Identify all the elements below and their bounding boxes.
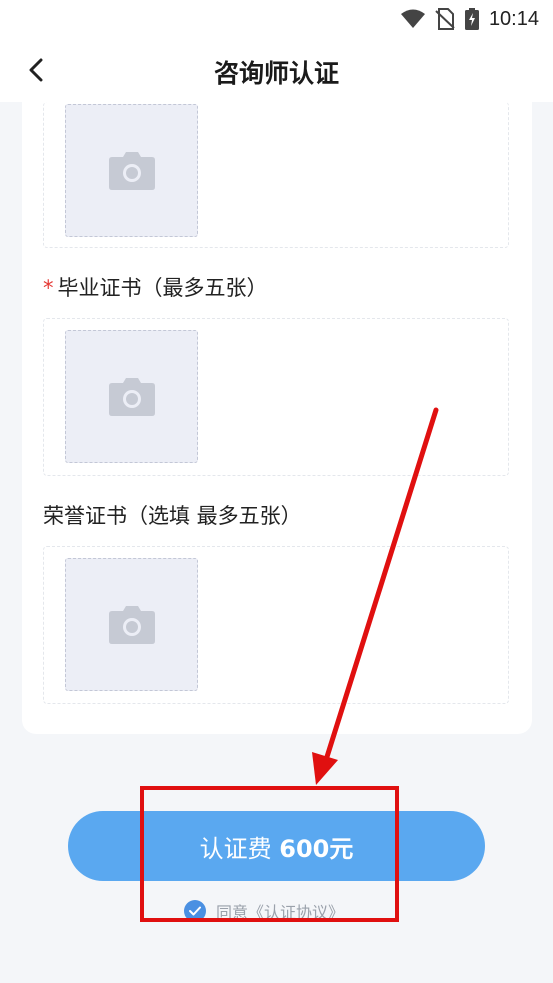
upload-box-diploma (43, 318, 509, 476)
required-mark: * (43, 276, 54, 300)
upload-photo-slot[interactable] (65, 330, 198, 463)
status-bar: 10:14 (0, 0, 553, 40)
section-label-diploma: * 毕业证书（最多五张） (43, 272, 268, 302)
annotation-highlight-box (140, 786, 399, 922)
section-label-text: 荣誉证书（选填 最多五张） (43, 504, 302, 528)
upload-box-honor (43, 546, 509, 704)
camera-icon (108, 377, 155, 416)
battery-charging-icon (464, 8, 479, 30)
section-label-text: 毕业证书（最多五张） (57, 276, 268, 300)
status-icons: 10:14 (400, 6, 539, 32)
page-title: 咨询师认证 (213, 59, 339, 88)
upload-photo-slot[interactable] (65, 104, 198, 237)
nav-bar: 咨询师认证 (0, 40, 553, 102)
upload-photo-slot[interactable] (65, 558, 198, 691)
camera-icon (108, 605, 155, 644)
camera-icon (108, 151, 155, 190)
status-time: 10:14 (488, 7, 539, 30)
no-sim-icon (435, 8, 455, 30)
upload-box-previous (43, 102, 509, 248)
section-label-honor: 荣誉证书（选填 最多五张） (43, 500, 302, 530)
wifi-icon (400, 9, 425, 28)
